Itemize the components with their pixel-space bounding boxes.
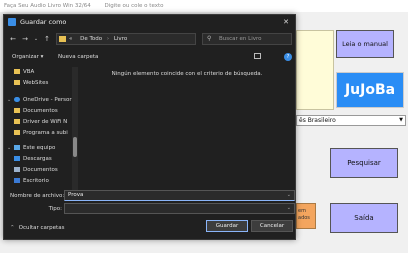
sidebar-item-escritorio[interactable]: Escritorio xyxy=(14,176,74,186)
file-list[interactable]: Ningún elemento coincide con el criterio… xyxy=(80,65,294,193)
hide-folders-toggle[interactable]: ⌃ Ocultar carpetas xyxy=(10,225,64,231)
folder-icon xyxy=(59,36,66,42)
filename-field[interactable]: Prova ⌄ xyxy=(64,190,295,201)
folder-icon xyxy=(14,130,20,135)
sidebar-item-label: Driver de WiFi N xyxy=(23,119,68,125)
sidebar-item-documentos-2[interactable]: Documentos xyxy=(14,165,74,175)
hide-folders-label: Ocultar carpetas xyxy=(18,225,65,231)
manual-button[interactable]: Leia o manual xyxy=(336,30,394,58)
search-icon: ⚲ xyxy=(207,35,212,42)
back-icon[interactable]: ← xyxy=(8,34,18,44)
sidebar-item-label: WebSites xyxy=(23,80,49,86)
new-folder-button[interactable]: Nueva carpeta xyxy=(58,51,98,63)
view-options-icon[interactable] xyxy=(254,53,264,61)
chevron-down-icon[interactable]: ⌄ xyxy=(7,143,11,153)
breadcrumb-item[interactable]: De Todo xyxy=(80,36,102,42)
toolbar: Organizar ▾ Nueva carpeta ? xyxy=(4,51,295,63)
cloud-icon xyxy=(14,97,20,102)
sidebar-item-documentos[interactable]: Documentos xyxy=(14,106,74,116)
text-input-area[interactable] xyxy=(296,30,334,110)
close-icon[interactable]: ✕ xyxy=(281,17,291,27)
save-button[interactable]: Guardar xyxy=(206,220,248,232)
search-button[interactable]: Pesquisar xyxy=(330,148,398,178)
chevron-down-icon[interactable]: ⌄ xyxy=(7,95,11,105)
computer-icon xyxy=(14,145,20,150)
exit-button[interactable]: Saída xyxy=(330,203,398,233)
sidebar-item-programa[interactable]: Programa a subi xyxy=(14,128,74,138)
sidebar-item-label: Documentos xyxy=(23,167,58,173)
sidebar-item-label: Documentos xyxy=(23,108,58,114)
chevron-down-icon[interactable]: ⌄ xyxy=(287,204,291,213)
help-icon[interactable]: ? xyxy=(284,53,292,61)
search-input[interactable]: ⚲ Buscar en Livro xyxy=(202,33,292,45)
sidebar-item-label: VBA xyxy=(23,69,35,75)
address-prefix: « xyxy=(69,36,73,42)
up-icon[interactable]: ↑ xyxy=(42,34,52,44)
sidebar-item-label: Descargas xyxy=(23,156,52,162)
orange-button[interactable]: em ados xyxy=(296,203,316,229)
language-value: ês Brasileiro xyxy=(299,117,336,124)
chevron-down-icon[interactable]: ⌄ xyxy=(31,34,41,44)
sidebar-item-este-equipo[interactable]: Este equipo xyxy=(14,143,74,153)
sidebar-item-label: Escritorio xyxy=(23,178,49,184)
chevron-up-icon: ⌃ xyxy=(10,225,15,231)
app-icon xyxy=(8,18,16,26)
cancel-button[interactable]: Cancelar xyxy=(251,220,293,232)
filename-label: Nombre de archivo: xyxy=(10,193,65,199)
chevron-down-icon: ▼ xyxy=(399,117,403,123)
search-placeholder: Buscar en Livro xyxy=(219,36,262,42)
sidebar-item-label: OneDrive - Persor xyxy=(23,97,72,103)
sidebar-scrollbar[interactable] xyxy=(72,67,78,191)
save-dialog: Guardar como ✕ ← → ⌄ ↑ « De Todo › Livro… xyxy=(3,14,296,240)
folder-icon xyxy=(14,80,20,85)
download-icon xyxy=(14,156,20,161)
filename-value: Prova xyxy=(68,192,84,198)
navigation-pane: VBA WebSites ⌄ OneDrive - Persor Documen… xyxy=(4,67,80,191)
chevron-down-icon[interactable]: ⌄ xyxy=(287,191,291,200)
dialog-title: Guardar como xyxy=(20,18,67,26)
sidebar-item-websites[interactable]: WebSites xyxy=(14,78,74,88)
desktop-icon xyxy=(14,178,20,183)
sidebar-item-label: Programa a subi xyxy=(23,130,68,136)
sidebar-item-driver-wifi[interactable]: Driver de WiFi N xyxy=(14,117,74,127)
logo: JuJoBa xyxy=(336,72,404,108)
folder-icon xyxy=(14,119,20,124)
app-subtitle: Digite ou cole o texto xyxy=(104,3,164,9)
type-select[interactable]: ⌄ xyxy=(64,203,295,214)
app-titlebar: Faça Seu Audio Livro Win 32/64 Digite ou… xyxy=(0,0,408,12)
address-bar[interactable]: « De Todo › Livro ⌄ ↻ xyxy=(56,33,243,45)
organize-menu[interactable]: Organizar ▾ xyxy=(12,51,43,63)
sidebar-item-vba[interactable]: VBA xyxy=(14,67,74,77)
dialog-titlebar: Guardar como ✕ xyxy=(4,15,295,29)
folder-icon xyxy=(14,69,20,74)
folder-icon xyxy=(14,108,20,113)
sidebar-item-label: Este equipo xyxy=(23,145,56,151)
sidebar-item-onedrive[interactable]: OneDrive - Persor xyxy=(14,95,74,105)
empty-message: Ningún elemento coincide con el criterio… xyxy=(111,71,263,77)
breadcrumb-item[interactable]: Livro xyxy=(114,36,127,42)
sidebar-item-descargas[interactable]: Descargas xyxy=(14,154,74,164)
app-title: Faça Seu Audio Livro Win 32/64 xyxy=(4,3,91,9)
forward-icon[interactable]: → xyxy=(20,34,30,44)
navigation-bar: ← → ⌄ ↑ « De Todo › Livro ⌄ ↻ ⚲ Buscar e… xyxy=(4,31,295,47)
documents-icon xyxy=(14,167,20,172)
type-label: Tipo: xyxy=(48,206,62,212)
scrollbar-thumb[interactable] xyxy=(73,137,77,157)
language-select[interactable]: ês Brasileiro ▼ xyxy=(296,115,406,126)
